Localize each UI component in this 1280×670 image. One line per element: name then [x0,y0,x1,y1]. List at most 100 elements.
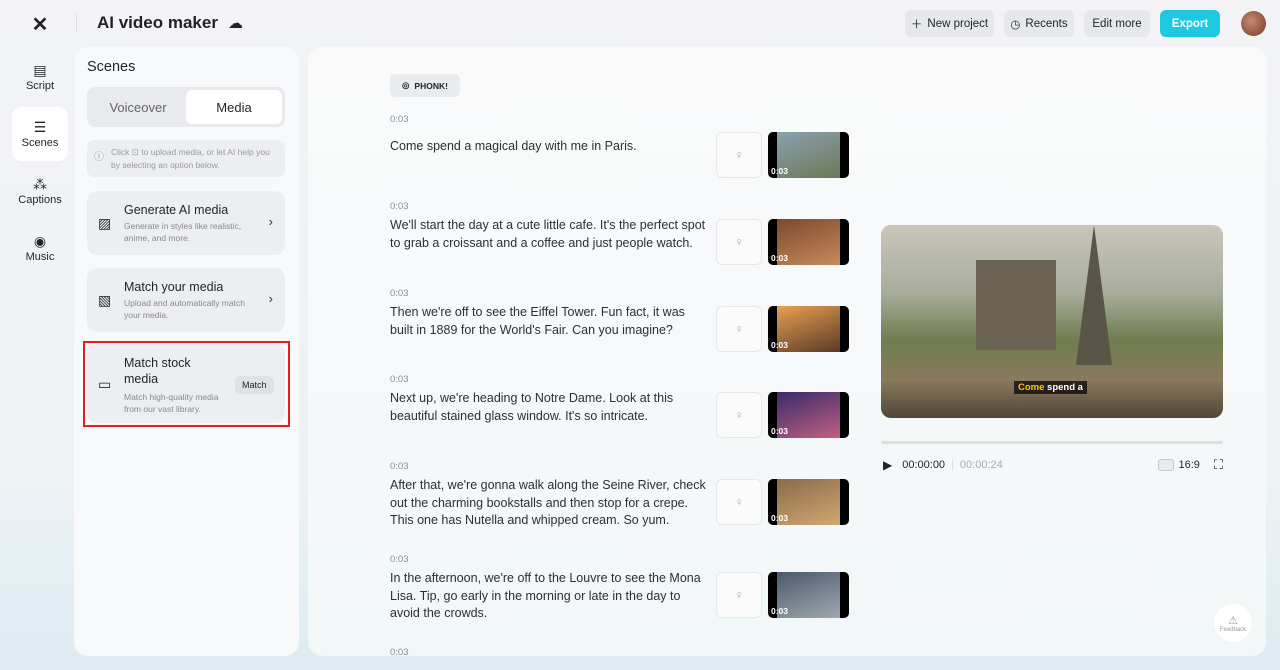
caption-rest: spend a [1044,382,1083,393]
voice-record-button[interactable]: ♀ [716,392,762,438]
microphone-icon: ♀ [734,148,744,162]
divider [76,14,77,32]
scenes-icon: ☰ [33,118,47,135]
music-chip[interactable]: ◎ PHONK! [390,74,460,97]
time-divider: | [951,459,954,471]
voice-record-button[interactable]: ♀ [716,219,762,265]
scene-row[interactable]: 0:03 We'll start the day at a cute little… [390,201,850,265]
cloud-sync-icon[interactable]: ☁ [228,14,243,32]
scene-duration: 0:03 [390,554,409,565]
scene-row[interactable]: 0:03 After that, we're gonna walk along t… [390,461,850,527]
rail-item-captions[interactable]: ⁂ Captions [12,164,68,218]
scene-text[interactable]: We'll start the day at a cute little caf… [390,217,710,252]
info-hint: ⓘ Click ⊡ to upload media, or let AI help… [87,140,285,177]
scene-text[interactable]: Next up, we're heading to Notre Dame. Lo… [390,390,710,425]
capcut-logo-icon[interactable]: ✕ [28,12,52,36]
scene-duration: 0:03 [390,374,409,385]
thumbnail-duration: 0:03 [771,340,789,350]
tab-media[interactable]: Media [186,90,282,124]
microphone-icon: ♀ [734,322,744,336]
chevron-right-icon: › [268,214,273,229]
thumbnail-duration: 0:03 [771,606,789,616]
music-label: PHONK! [414,80,448,91]
feedback-icon: ⚠ [1228,614,1238,627]
tab-voiceover[interactable]: Voiceover [90,90,186,124]
microphone-icon: ♀ [734,588,744,602]
new-project-label: New project [927,17,989,30]
highlight-box [83,341,290,427]
playback-controls: ▶ 00:00:00 | 00:00:24 16:9 ⛶ [881,457,1223,473]
scene-thumbnail[interactable]: 0:03 [768,306,849,352]
video-preview[interactable]: Come spend a [881,225,1223,418]
caption-highlight: Come [1018,382,1045,393]
preview-image-tower [1076,225,1112,365]
scene-duration: 0:03 [390,288,409,299]
main-editor: ◎ PHONK! 0:03 Come spend a magical day wit… [308,47,1266,656]
card-desc: Generate in styles like realistic, anime… [124,221,242,243]
voice-record-button[interactable]: ♀ [716,132,762,178]
play-icon[interactable]: ▶ [883,458,892,472]
clock-icon: ◷ [1010,18,1021,31]
thumbnail-duration: 0:03 [771,513,789,523]
microphone-icon: ♀ [734,408,744,422]
preview-caption: Come spend a [1014,381,1087,394]
info-icon: ⓘ [94,152,104,163]
card-title: Match your media [124,280,224,294]
match-your-media-card[interactable]: ▧ Match your media Upload and automatica… [87,268,285,332]
microphone-icon: ♀ [734,495,744,509]
plus-icon: ＋ [910,18,923,31]
image-plus-icon: ▨ [98,215,112,231]
fullscreen-icon[interactable]: ⛶ [1214,457,1223,473]
export-button[interactable]: Export [1160,10,1220,37]
panel-title: Scenes [87,59,136,75]
feedback-button[interactable]: ⚠ Feedback [1214,604,1252,642]
app-title: AI video maker [97,13,218,32]
edit-more-button[interactable]: Edit more [1084,10,1150,37]
scene-row[interactable]: 0:03 Come spend a magical day with me in … [390,114,850,178]
images-icon: ▧ [98,292,112,308]
rail-item-music[interactable]: ◉ Music [12,221,68,275]
voiceover-media-toggle: Voiceover Media [87,87,285,127]
playback-progress-bar[interactable] [881,441,1223,444]
scene-row[interactable]: 0:03 [390,647,850,656]
left-rail: ▤ Script ☰ Scenes ⁂ Captions ◉ Music [12,50,68,278]
scene-row[interactable]: 0:03 Then we're off to see the Eiffel Tow… [390,288,850,352]
scene-text[interactable]: Come spend a magical day with me in Pari… [390,138,710,156]
feedback-label: Feedback [1219,626,1247,633]
recents-button[interactable]: ◷ Recents [1004,10,1074,37]
thumbnail-duration: 0:03 [771,166,789,176]
scene-duration: 0:03 [390,647,409,656]
captions-icon: ⁂ [33,175,47,192]
scene-thumbnail[interactable]: 0:03 [768,219,849,265]
rail-item-script[interactable]: ▤ Script [12,50,68,104]
scene-row[interactable]: 0:03 Next up, we're heading to Notre Dame… [390,374,850,438]
generate-ai-media-card[interactable]: ▨ Generate AI media Generate in styles l… [87,191,285,255]
voice-record-button[interactable]: ♀ [716,306,762,352]
scene-text[interactable]: Then we're off to see the Eiffel Tower. … [390,304,710,339]
card-title: Generate AI media [124,203,229,217]
new-project-button[interactable]: ＋ New project [905,10,994,37]
chevron-right-icon: › [268,291,273,306]
rail-item-scenes[interactable]: ☰ Scenes [12,107,68,161]
rail-label: Script [25,79,55,92]
current-time: 00:00:00 [902,459,946,471]
aspect-ratio-label[interactable]: 16:9 [1178,459,1199,471]
scene-text[interactable]: In the afternoon, we're off to the Louvr… [390,570,710,623]
scene-thumbnail[interactable]: 0:03 [768,392,849,438]
scene-row[interactable]: 0:03 In the afternoon, we're off to the L… [390,554,850,620]
scene-thumbnail[interactable]: 0:03 [768,479,849,525]
rail-label: Scenes [21,136,59,149]
scene-text[interactable]: After that, we're gonna walk along the S… [390,477,710,530]
card-desc: Upload and automatically match your medi… [124,298,245,320]
avatar[interactable] [1241,11,1266,36]
scene-duration: 0:03 [390,201,409,212]
thumbnail-duration: 0:03 [771,253,789,263]
voice-record-button[interactable]: ♀ [716,572,762,618]
music-icon: ◉ [33,232,47,249]
voice-record-button[interactable]: ♀ [716,479,762,525]
info-text: Click ⊡ to upload media, or let AI help … [111,147,270,170]
preview-image [976,260,1056,350]
scene-thumbnail[interactable]: 0:03 [768,572,849,618]
scene-thumbnail[interactable]: 0:03 [768,132,849,178]
aspect-ratio-icon[interactable] [1158,459,1175,471]
